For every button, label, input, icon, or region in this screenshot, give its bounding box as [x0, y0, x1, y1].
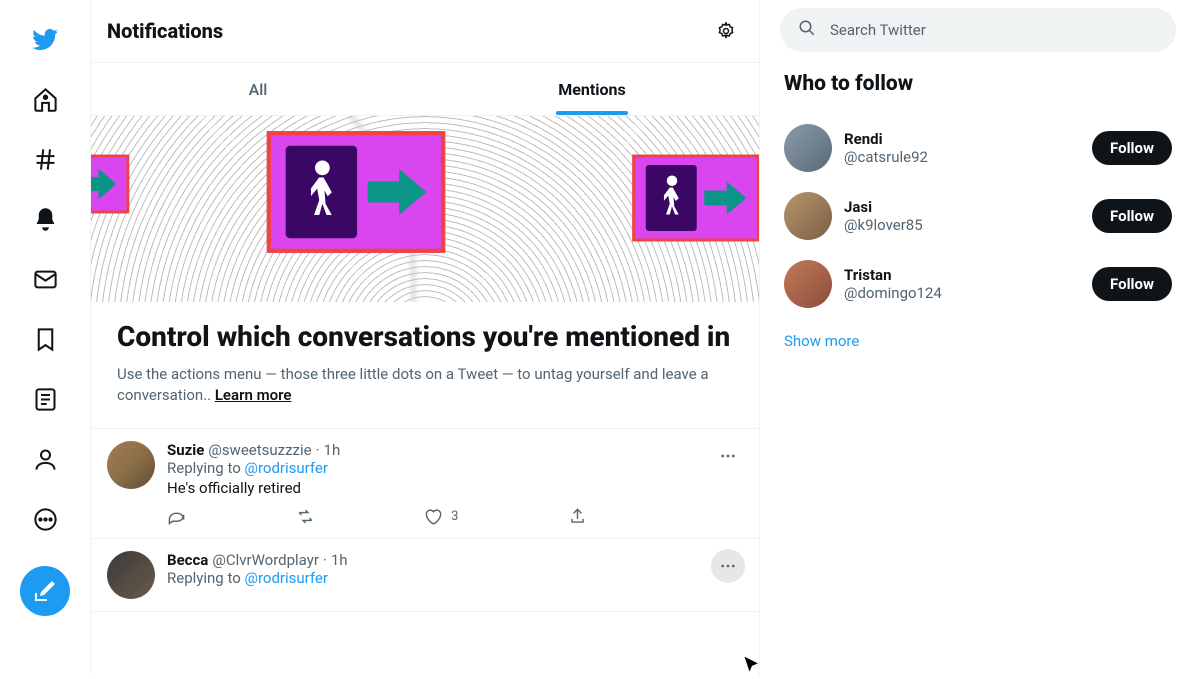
search-bar[interactable]	[780, 8, 1176, 52]
like-count: 3	[451, 509, 458, 524]
retweet-icon[interactable]	[296, 507, 315, 526]
share-icon[interactable]	[568, 507, 587, 526]
main-column: Notifications All Mentions Control which…	[90, 0, 760, 675]
follow-handle[interactable]: @k9lover85	[844, 216, 1080, 234]
tweet-time[interactable]: 1h	[331, 551, 348, 569]
twitter-logo-icon[interactable]	[20, 14, 70, 64]
search-icon	[798, 19, 816, 41]
follow-name[interactable]: Tristan	[844, 266, 1080, 284]
who-to-follow: Who to follow Rendi @catsrule92 Follow J…	[780, 72, 1176, 364]
explore-icon[interactable]	[20, 134, 70, 184]
home-icon[interactable]	[20, 74, 70, 124]
mention-link[interactable]: @rodrisurfer	[244, 569, 327, 587]
tweet-author-handle[interactable]: @sweetsuzzzie	[208, 441, 311, 459]
follow-row[interactable]: Tristan @domingo124 Follow	[780, 250, 1176, 318]
settings-icon[interactable]	[709, 14, 743, 48]
tweet-author-name[interactable]: Suzie	[167, 441, 204, 459]
tweet-author-name[interactable]: Becca	[167, 551, 208, 569]
tweet-item[interactable]: Suzie @sweetsuzzzie · 1h Replying to @ro…	[91, 429, 759, 539]
avatar[interactable]	[784, 260, 832, 308]
avatar[interactable]	[107, 441, 155, 489]
profile-icon[interactable]	[20, 434, 70, 484]
replying-to: Replying to @rodrisurfer	[167, 569, 743, 587]
tabs: All Mentions	[91, 63, 759, 116]
follow-button[interactable]: Follow	[1092, 199, 1172, 233]
learn-more-link[interactable]: Learn more	[215, 386, 292, 404]
search-input[interactable]	[830, 21, 1158, 39]
tweet-item[interactable]: Becca @ClvrWordplayr · 1h Replying to @r…	[91, 539, 759, 612]
like-icon[interactable]: 3	[424, 507, 458, 526]
tweet-header: Suzie @sweetsuzzzie · 1h	[167, 441, 743, 459]
tweet-header: Becca @ClvrWordplayr · 1h	[167, 551, 743, 569]
mention-link[interactable]: @rodrisurfer	[244, 459, 327, 477]
tweet-more-icon[interactable]	[711, 549, 745, 583]
follow-name[interactable]: Rendi	[844, 130, 1080, 148]
tab-mentions[interactable]: Mentions	[425, 63, 759, 115]
bookmarks-icon[interactable]	[20, 314, 70, 364]
tweet-time[interactable]: 1h	[324, 441, 341, 459]
avatar[interactable]	[107, 551, 155, 599]
compose-button[interactable]	[20, 566, 70, 616]
show-more-link[interactable]: Show more	[780, 318, 863, 364]
reply-icon[interactable]	[167, 507, 186, 526]
promo-illustration	[91, 116, 759, 302]
page-header: Notifications	[91, 0, 759, 63]
messages-icon[interactable]	[20, 254, 70, 304]
tweet-text: He's officially retired	[167, 479, 743, 497]
promo-body: Use the actions menu — those three littl…	[117, 364, 733, 406]
follow-button[interactable]: Follow	[1092, 267, 1172, 301]
avatar[interactable]	[784, 192, 832, 240]
promo-card: Control which conversations you're menti…	[91, 302, 759, 429]
follow-row[interactable]: Rendi @catsrule92 Follow	[780, 114, 1176, 182]
more-icon[interactable]	[20, 494, 70, 544]
page-title: Notifications	[107, 19, 223, 43]
avatar[interactable]	[784, 124, 832, 172]
notifications-icon[interactable]	[20, 194, 70, 244]
promo-heading: Control which conversations you're menti…	[117, 320, 733, 354]
replying-to: Replying to @rodrisurfer	[167, 459, 743, 477]
follow-row[interactable]: Jasi @k9lover85 Follow	[780, 182, 1176, 250]
follow-button[interactable]: Follow	[1092, 131, 1172, 165]
tab-all[interactable]: All	[91, 63, 425, 115]
tweet-more-icon[interactable]	[711, 439, 745, 473]
follow-handle[interactable]: @catsrule92	[844, 148, 1080, 166]
wtf-title: Who to follow	[780, 72, 1176, 96]
tweet-author-handle[interactable]: @ClvrWordplayr	[212, 551, 319, 569]
follow-name[interactable]: Jasi	[844, 198, 1080, 216]
right-column: Who to follow Rendi @catsrule92 Follow J…	[760, 0, 1200, 675]
follow-handle[interactable]: @domingo124	[844, 284, 1080, 302]
lists-icon[interactable]	[20, 374, 70, 424]
left-nav	[0, 0, 90, 675]
tweet-actions: 3	[167, 507, 587, 526]
